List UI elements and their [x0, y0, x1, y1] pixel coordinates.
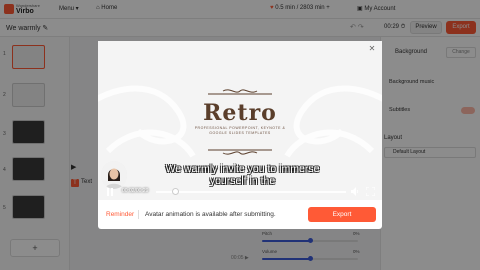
- export-button[interactable]: Export: [308, 207, 376, 222]
- divider: [138, 210, 139, 219]
- progress-bar[interactable]: [156, 191, 346, 193]
- volume-icon[interactable]: [351, 187, 359, 196]
- fullscreen-icon[interactable]: [366, 187, 375, 196]
- video-controls: 00:02/00:29: [98, 184, 382, 200]
- caption-line-1: We warmly invite you to immerse: [165, 163, 320, 175]
- pause-icon[interactable]: [107, 188, 113, 196]
- reminder-text: Avatar animation is available after subm…: [145, 211, 276, 218]
- slide-subtitle: PROFESSIONAL POWERPOINT, KEYNOTE & GOOGL…: [98, 126, 382, 136]
- progress-knob[interactable]: [171, 188, 179, 195]
- playback-time: 00:02/00:29: [122, 188, 149, 194]
- reminder-label: Reminder: [106, 211, 135, 218]
- slide-subtitle-line-2: GOOGLE SLIDES TEMPLATES: [209, 131, 271, 135]
- close-icon[interactable]: ✕: [367, 44, 377, 54]
- slide-title: Retro: [203, 100, 277, 126]
